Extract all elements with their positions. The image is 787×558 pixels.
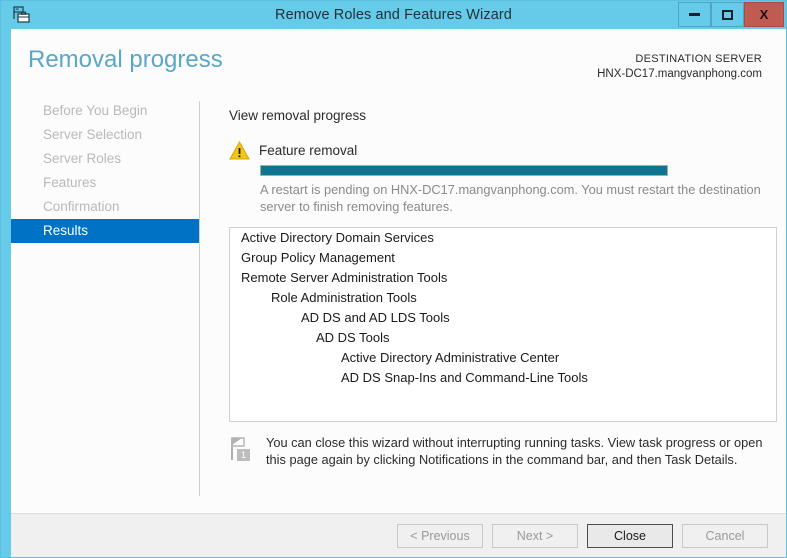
page-title: Removal progress (28, 46, 223, 73)
feature-removal-status: Feature removal (229, 140, 358, 160)
list-item[interactable]: AD DS Snap-Ins and Command-Line Tools (230, 368, 776, 388)
notifications-note: 1 You can close this wizard without inte… (229, 434, 777, 468)
list-item[interactable]: AD DS Tools (230, 328, 776, 348)
notification-flag-icon: 1 (229, 436, 255, 464)
wizard-window: Remove Roles and Features Wizard X Remov… (0, 0, 787, 558)
body-area: Before You Begin Server Selection Server… (11, 99, 786, 513)
close-window-button[interactable]: X (744, 2, 784, 27)
sidebar-item-server-roles[interactable]: Server Roles (11, 147, 199, 171)
sidebar-item-confirmation[interactable]: Confirmation (11, 195, 199, 219)
section-label: View removal progress (229, 108, 367, 123)
sidebar-divider (199, 101, 200, 496)
note-badge-count: 1 (241, 450, 246, 460)
notifications-note-text: You can close this wizard without interr… (266, 435, 763, 467)
list-item[interactable]: AD DS and AD LDS Tools (230, 308, 776, 328)
list-item[interactable]: Role Administration Tools (230, 288, 776, 308)
window-controls: X (678, 2, 784, 27)
left-accent-strip (1, 29, 11, 557)
sidebar-item-features[interactable]: Features (11, 171, 199, 195)
list-item[interactable]: Active Directory Domain Services (230, 228, 776, 248)
title-bar: Remove Roles and Features Wizard X (1, 1, 786, 29)
progress-fill (261, 166, 667, 175)
destination-server-label: DESTINATION SERVER (635, 53, 762, 65)
feature-removal-label: Feature removal (259, 143, 358, 158)
main-content: View removal progress Feature removal A … (209, 99, 786, 513)
sidebar-item-results[interactable]: Results (11, 219, 199, 243)
removal-progress-bar (260, 165, 668, 176)
next-button[interactable]: Next > (492, 524, 578, 548)
list-item[interactable]: Group Policy Management (230, 248, 776, 268)
minimize-icon (689, 13, 700, 16)
destination-server-block: DESTINATION SERVER HNX-DC17.mangvanphong… (597, 52, 762, 82)
wizard-steps-sidebar: Before You Begin Server Selection Server… (11, 99, 199, 513)
destination-server-name: HNX-DC17.mangvanphong.com (597, 68, 762, 80)
page-header: Removal progress DESTINATION SERVER HNX-… (11, 29, 786, 99)
maximize-icon (722, 9, 733, 20)
close-button[interactable]: Close (587, 524, 673, 548)
window-title: Remove Roles and Features Wizard (275, 7, 512, 23)
warning-triangle-icon (229, 140, 250, 160)
wizard-buttons: < Previous Next > Close Cancel (397, 524, 768, 548)
restart-pending-message: A restart is pending on HNX-DC17.mangvan… (260, 182, 761, 214)
sidebar-item-before-you-begin[interactable]: Before You Begin (11, 99, 199, 123)
previous-button[interactable]: < Previous (397, 524, 483, 548)
cancel-button[interactable]: Cancel (682, 524, 768, 548)
list-item[interactable]: Active Directory Administrative Center (230, 348, 776, 368)
minimize-button[interactable] (678, 2, 711, 27)
removed-features-list[interactable]: Active Directory Domain Services Group P… (229, 227, 777, 422)
sidebar-item-server-selection[interactable]: Server Selection (11, 123, 199, 147)
maximize-button[interactable] (711, 2, 744, 27)
list-item[interactable]: Remote Server Administration Tools (230, 268, 776, 288)
footer-bar: < Previous Next > Close Cancel (11, 513, 786, 557)
